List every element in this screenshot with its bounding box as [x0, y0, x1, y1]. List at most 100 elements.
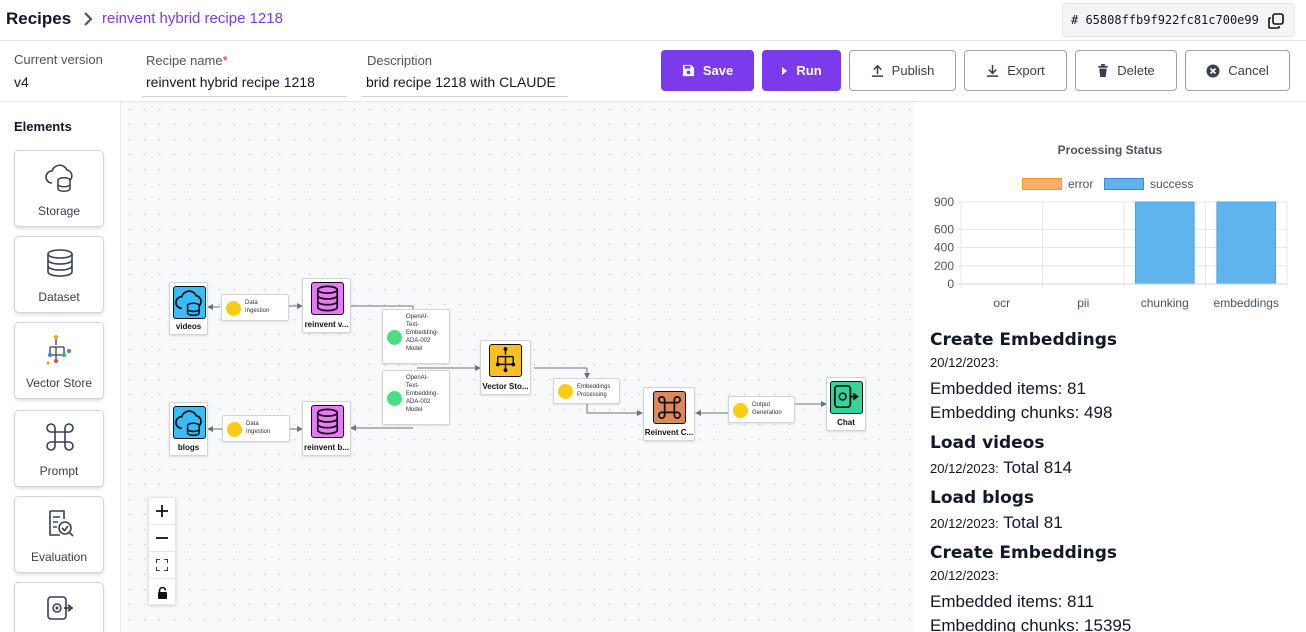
- edge-label-data-ingestion-bottom[interactable]: Data Ingestion: [222, 415, 290, 442]
- export-button[interactable]: Export: [964, 50, 1067, 91]
- element-evaluation[interactable]: Evaluation: [14, 496, 104, 573]
- node-reinvent-c-label: Reinvent C...: [644, 428, 694, 437]
- element-dataset[interactable]: Dataset: [14, 236, 104, 313]
- database-icon: [311, 282, 344, 315]
- element-storage-label: Storage: [37, 204, 81, 218]
- status-date: 20/12/2023:: [930, 355, 999, 370]
- top-bar: Recipes reinvent hybrid recipe 1218 # 65…: [0, 0, 1306, 41]
- breadcrumb-current[interactable]: reinvent hybrid recipe 1218: [102, 10, 283, 27]
- status-section: Load videos 20/12/2023: Total 814: [930, 433, 1300, 482]
- description-label: Description: [367, 53, 433, 68]
- save-icon: [682, 64, 694, 77]
- edge-label-data-ingestion-top[interactable]: Data Ingestion: [221, 294, 289, 321]
- publish-button[interactable]: Publish: [849, 50, 956, 91]
- status-line: 20/12/2023:: [930, 355, 1300, 379]
- function-icon: [226, 301, 241, 316]
- status-date: 20/12/2023:: [930, 516, 999, 531]
- command-icon: [46, 423, 74, 451]
- status-section-title: Create Embeddings: [930, 330, 1118, 350]
- element-chat-output[interactable]: [14, 582, 104, 632]
- copy-icon[interactable]: [1267, 12, 1285, 30]
- node-reinvent-b[interactable]: reinvent b...: [302, 401, 351, 456]
- zoom-out-button[interactable]: [149, 525, 175, 552]
- fit-view-button[interactable]: [149, 552, 175, 579]
- edge-label-embeddings-processing[interactable]: Embeddings Processing: [553, 378, 620, 404]
- node-blogs-label: blogs: [177, 443, 200, 452]
- legend-swatch-success: [1104, 178, 1144, 190]
- node-vector-store[interactable]: Vector Sto...: [480, 340, 531, 395]
- element-prompt-label: Prompt: [39, 464, 79, 478]
- plus-icon: [156, 505, 168, 517]
- legend-label-error: error: [1068, 177, 1094, 191]
- processing-status-chart: 0 200 400 600 900 ocr pii chunking embeddings: [934, 195, 1288, 310]
- trash-icon: [1098, 64, 1108, 77]
- edge-label-output-generation[interactable]: Output Generation: [728, 396, 795, 423]
- node-reinvent-c[interactable]: Reinvent C...: [643, 387, 695, 441]
- elements-title: Elements: [14, 119, 72, 134]
- status-text: Embedding chunks: 15395: [930, 616, 1132, 632]
- status-text: Embedding chunks: 498: [930, 403, 1113, 422]
- save-button[interactable]: Save: [661, 50, 754, 91]
- current-version-label: Current version: [14, 52, 103, 67]
- run-button[interactable]: Run: [762, 50, 841, 91]
- legend-swatch-error: [1022, 178, 1062, 190]
- chat-output-icon: [830, 381, 863, 414]
- minus-icon: [156, 537, 168, 539]
- status-section-title: Load videos: [930, 433, 1045, 453]
- description-input[interactable]: brid recipe 1218 with CLAUDE: [362, 74, 568, 97]
- status-section: Load blogs 20/12/2023: Total 81: [930, 488, 1300, 537]
- element-vector-store[interactable]: Vector Store: [14, 322, 104, 399]
- bar-success: [1216, 201, 1277, 285]
- y-tick-label: 600: [934, 222, 954, 236]
- status-text: Total 814: [998, 458, 1073, 477]
- element-vector-store-label: Vector Store: [25, 376, 93, 390]
- node-blogs[interactable]: blogs: [169, 402, 208, 456]
- node-reinvent-v-label: reinvent v...: [304, 320, 349, 329]
- y-tick-label: 900: [934, 195, 954, 209]
- chat-output-icon: [47, 596, 74, 620]
- command-icon: [653, 391, 686, 424]
- x-tick-label: ocr: [993, 296, 1010, 310]
- edge-label-model-top[interactable]: OpenAI- Text- Embedding- ADA-002 Model: [382, 309, 450, 364]
- status-line: 20/12/2023:: [930, 568, 1300, 592]
- legend-label-success: success: [1150, 177, 1194, 191]
- edge-label-model-bottom[interactable]: OpenAI- Text- Embedding- ADA-002 Model: [382, 370, 450, 425]
- fit-view-icon: [156, 559, 168, 571]
- status-section-title: Create Embeddings: [930, 543, 1118, 563]
- breadcrumb-root[interactable]: Recipes: [6, 9, 71, 29]
- element-storage[interactable]: Storage: [14, 150, 104, 227]
- x-tick-label: pii: [1077, 296, 1089, 310]
- status-text: Embedded items: 811: [930, 592, 1095, 611]
- element-prompt[interactable]: Prompt: [14, 410, 104, 487]
- database-icon: [47, 249, 73, 277]
- recipe-name-label: Recipe name*: [146, 53, 228, 68]
- cancel-button[interactable]: Cancel: [1185, 50, 1290, 91]
- element-evaluation-label: Evaluation: [30, 550, 88, 564]
- node-videos[interactable]: videos: [169, 282, 208, 335]
- status-line: Embedding chunks: 498: [930, 403, 1300, 427]
- y-tick-label: 200: [934, 259, 954, 273]
- node-reinvent-b-label: reinvent b...: [304, 443, 349, 452]
- status-line: Embedded items: 81: [930, 379, 1300, 403]
- openai-icon: [387, 330, 402, 345]
- recipe-name-input[interactable]: reinvent hybrid recipe 1218: [142, 74, 347, 97]
- lock-button[interactable]: [149, 579, 175, 606]
- x-tick-label: chunking: [1141, 296, 1189, 310]
- status-text: Embedded items: 81: [930, 379, 1086, 398]
- cloud-storage-icon: [173, 406, 206, 439]
- function-icon: [227, 422, 242, 437]
- cloud-storage-icon: [45, 164, 73, 192]
- flow-canvas[interactable]: videos reinvent v... blogs reinvent b...…: [122, 102, 914, 632]
- recipe-id-hash: # 65808ffb9f922fc81c700e99: [1071, 13, 1259, 27]
- play-icon: [782, 66, 788, 75]
- node-chat-label: Chat: [837, 418, 855, 427]
- chart-title: Processing Status: [1057, 143, 1163, 157]
- function-icon: [558, 384, 573, 399]
- node-chat[interactable]: Chat: [826, 377, 866, 431]
- y-tick-label: 0: [947, 277, 954, 291]
- vector-store-icon: [489, 344, 522, 377]
- canvas-controls: [148, 497, 176, 605]
- zoom-in-button[interactable]: [149, 498, 175, 525]
- delete-button[interactable]: Delete: [1075, 50, 1177, 91]
- node-reinvent-v[interactable]: reinvent v...: [302, 278, 351, 333]
